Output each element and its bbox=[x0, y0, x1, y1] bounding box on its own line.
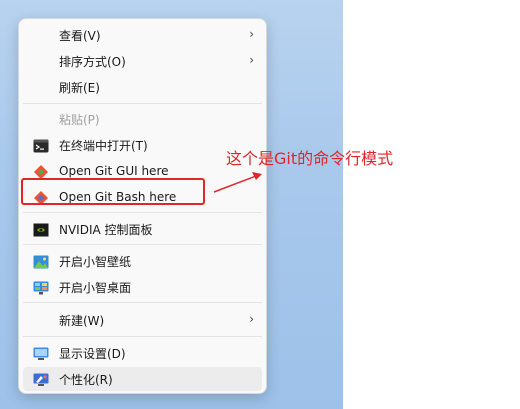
menu-item-label: 在终端中打开(T) bbox=[59, 138, 148, 153]
menu-item-new[interactable]: 新建(W) › bbox=[23, 308, 262, 332]
menu-item-paste[interactable]: 粘贴(P) bbox=[23, 107, 262, 131]
wallpaper-icon bbox=[33, 254, 49, 269]
menu-separator bbox=[23, 103, 262, 104]
git-gui-icon bbox=[33, 164, 49, 179]
menu-item-label: Open Git GUI here bbox=[59, 164, 169, 178]
menu-item-xiaozhi-desktop[interactable]: 开启小智桌面 bbox=[23, 275, 262, 299]
menu-item-label: NVIDIA 控制面板 bbox=[59, 222, 153, 237]
menu-item-label: 粘贴(P) bbox=[59, 112, 100, 127]
menu-item-nvidia-control-panel[interactable]: NVIDIA 控制面板 bbox=[23, 217, 262, 241]
display-icon bbox=[33, 346, 49, 360]
menu-item-label: 开启小智壁纸 bbox=[59, 254, 132, 269]
menu-item-label: 个性化(R) bbox=[59, 372, 113, 387]
menu-item-sort-by[interactable]: 排序方式(O) › bbox=[23, 49, 262, 73]
menu-item-xiaozhi-wallpaper[interactable]: 开启小智壁纸 bbox=[23, 249, 262, 273]
context-menu: 查看(V) › 排序方式(O) › 刷新(E) 粘贴(P) 在终端中打开(T) bbox=[18, 18, 267, 394]
menu-item-view[interactable]: 查看(V) › bbox=[23, 23, 262, 47]
chevron-right-icon: › bbox=[249, 312, 254, 326]
menu-item-label: 排序方式(O) bbox=[59, 54, 126, 69]
menu-item-personalize[interactable]: 个性化(R) bbox=[23, 367, 262, 391]
terminal-icon bbox=[33, 138, 49, 153]
annotation-text: 这个是Git的命令行模式 bbox=[226, 149, 394, 168]
nvidia-icon bbox=[33, 222, 49, 237]
git-bash-highlight-box bbox=[21, 178, 205, 205]
menu-item-label: 刷新(E) bbox=[59, 80, 100, 95]
menu-item-refresh[interactable]: 刷新(E) bbox=[23, 75, 262, 99]
chevron-right-icon: › bbox=[249, 53, 254, 67]
menu-item-display-settings[interactable]: 显示设置(D) bbox=[23, 341, 262, 365]
menu-separator bbox=[23, 244, 262, 245]
personalize-icon bbox=[33, 372, 49, 386]
menu-separator bbox=[23, 302, 262, 303]
chevron-right-icon: › bbox=[249, 27, 254, 41]
menu-item-label: 显示设置(D) bbox=[59, 346, 126, 361]
menu-item-label: 开启小智桌面 bbox=[59, 280, 132, 295]
menu-item-label: 新建(W) bbox=[59, 313, 105, 328]
desktop-icon bbox=[33, 280, 49, 295]
arrow-annotation-icon bbox=[213, 172, 262, 193]
menu-separator bbox=[23, 336, 262, 337]
menu-item-label: 查看(V) bbox=[59, 28, 101, 43]
menu-separator bbox=[23, 212, 262, 213]
